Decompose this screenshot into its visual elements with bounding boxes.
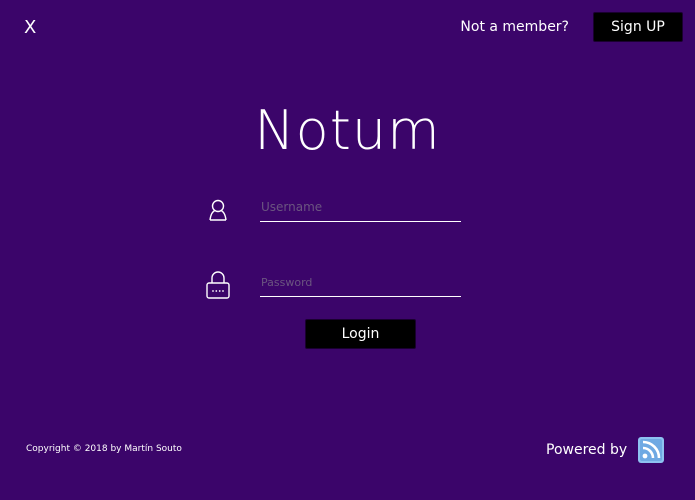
- lock-icon: [202, 268, 234, 302]
- password-input[interactable]: [260, 270, 461, 297]
- brand-title: Notum: [254, 99, 441, 162]
- topbar-right: Not a member? Sign UP: [460, 12, 683, 42]
- powered-by-text: Powered by: [546, 442, 628, 458]
- close-button[interactable]: X: [24, 17, 36, 39]
- rss-icon[interactable]: [638, 437, 664, 463]
- password-row: [202, 268, 462, 304]
- login-button[interactable]: Login: [305, 319, 416, 349]
- user-icon: [202, 193, 234, 227]
- username-input[interactable]: [260, 195, 461, 222]
- signup-button[interactable]: Sign UP: [593, 12, 683, 42]
- username-row: [202, 193, 462, 229]
- not-member-text: Not a member?: [460, 19, 569, 35]
- copyright-text: Copyright © 2018 by Martín Souto: [26, 444, 182, 454]
